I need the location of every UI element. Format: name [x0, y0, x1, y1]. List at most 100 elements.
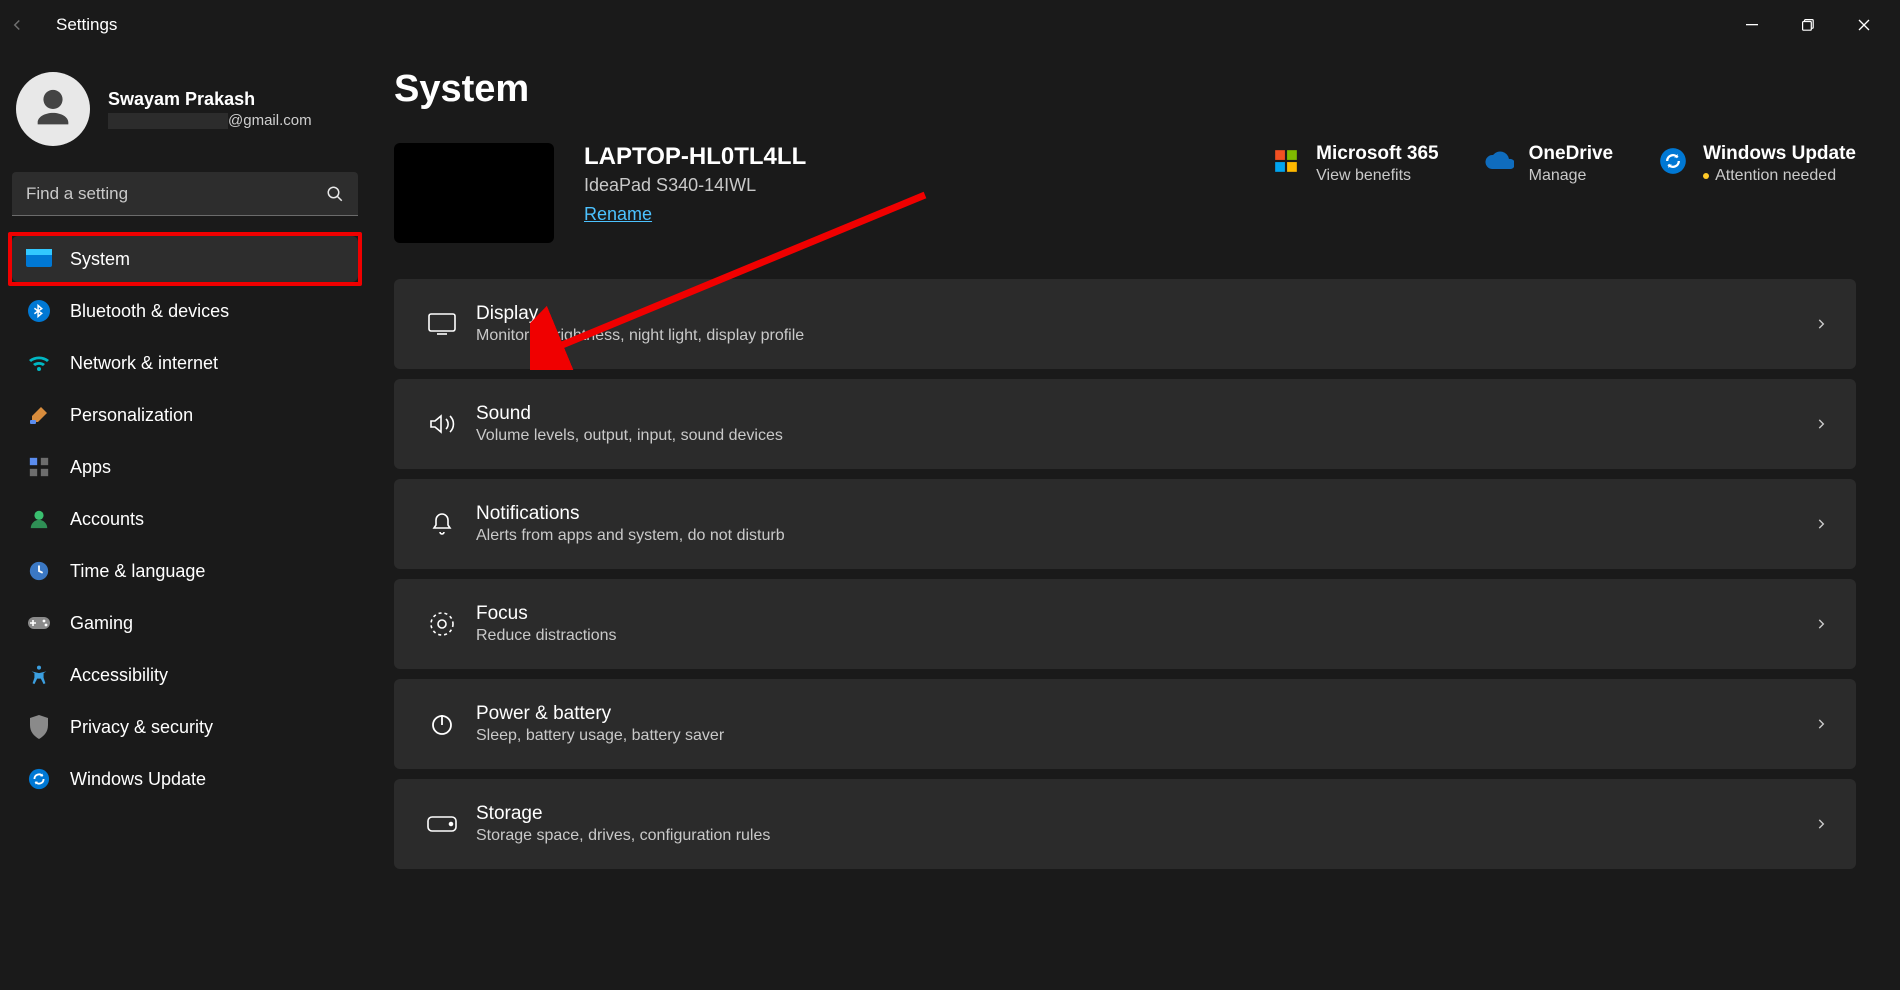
device-header: LAPTOP-HL0TL4LL IdeaPad S340-14IWL Renam…: [394, 143, 1856, 243]
back-button: [8, 16, 52, 34]
sidebar-item-apps[interactable]: Apps: [12, 444, 358, 490]
card-title: Sound: [476, 403, 1814, 425]
sidebar-item-label: Personalization: [70, 405, 193, 426]
m365-icon: [1270, 145, 1302, 177]
card-title: Storage: [476, 803, 1814, 825]
display-icon: [418, 313, 466, 335]
sidebar-item-time[interactable]: Time & language: [12, 548, 358, 594]
sidebar-item-label: Accounts: [70, 509, 144, 530]
sidebar-item-label: Gaming: [70, 613, 133, 634]
card-sub: Volume levels, output, input, sound devi…: [476, 427, 1814, 445]
card-power[interactable]: Power & battery Sleep, battery usage, ba…: [394, 679, 1856, 769]
card-sub: Storage space, drives, configuration rul…: [476, 827, 1814, 845]
quick-link-windows-update[interactable]: Windows Update Attention needed: [1657, 143, 1856, 185]
settings-list: Display Monitors, brightness, night ligh…: [394, 279, 1856, 869]
accounts-icon: [26, 506, 52, 532]
rename-link[interactable]: Rename: [584, 204, 652, 225]
card-sub: Sleep, battery usage, battery saver: [476, 727, 1814, 745]
card-title: Power & battery: [476, 703, 1814, 725]
close-button[interactable]: [1836, 5, 1892, 45]
sidebar-item-bluetooth[interactable]: Bluetooth & devices: [12, 288, 358, 334]
card-notifications[interactable]: Notifications Alerts from apps and syste…: [394, 479, 1856, 569]
title-bar: Settings: [0, 0, 1900, 50]
windows-update-icon: [1657, 145, 1689, 177]
sidebar-item-label: Network & internet: [70, 353, 218, 374]
bell-icon: [418, 511, 466, 537]
sidebar-item-label: Bluetooth & devices: [70, 301, 229, 322]
device-thumbnail: [394, 143, 554, 243]
system-icon: [26, 246, 52, 272]
profile-block[interactable]: Swayam Prakash @gmail.com: [12, 66, 358, 168]
quick-link-sub: Attention needed: [1703, 167, 1856, 185]
sidebar-item-accounts[interactable]: Accounts: [12, 496, 358, 542]
sidebar-item-gaming[interactable]: Gaming: [12, 600, 358, 646]
quick-link-onedrive[interactable]: OneDrive Manage: [1483, 143, 1613, 185]
card-sub: Monitors, brightness, night light, displ…: [476, 327, 1814, 345]
window-title: Settings: [52, 15, 117, 35]
card-storage[interactable]: Storage Storage space, drives, configura…: [394, 779, 1856, 869]
chevron-right-icon: [1814, 617, 1828, 631]
shield-icon: [26, 714, 52, 740]
sidebar-item-label: Apps: [70, 457, 111, 478]
card-title: Notifications: [476, 503, 1814, 525]
avatar: [16, 72, 90, 146]
quick-link-sub: Manage: [1529, 167, 1613, 185]
accessibility-icon: [26, 662, 52, 688]
sidebar-item-label: Privacy & security: [70, 717, 213, 738]
bluetooth-icon: [26, 298, 52, 324]
content-area: System LAPTOP-HL0TL4LL IdeaPad S340-14IW…: [370, 50, 1900, 990]
sidebar-item-personalization[interactable]: Personalization: [12, 392, 358, 438]
chevron-right-icon: [1814, 517, 1828, 531]
clock-icon: [26, 558, 52, 584]
chevron-right-icon: [1814, 717, 1828, 731]
card-focus[interactable]: Focus Reduce distractions: [394, 579, 1856, 669]
card-sub: Alerts from apps and system, do not dist…: [476, 527, 1814, 545]
gamepad-icon: [26, 610, 52, 636]
card-title: Focus: [476, 603, 1814, 625]
power-icon: [418, 711, 466, 737]
card-sound[interactable]: Sound Volume levels, output, input, soun…: [394, 379, 1856, 469]
apps-icon: [26, 454, 52, 480]
sidebar-nav: System Bluetooth & devices Network & int…: [12, 236, 358, 802]
sidebar-item-privacy[interactable]: Privacy & security: [12, 704, 358, 750]
sidebar-item-windows-update[interactable]: Windows Update: [12, 756, 358, 802]
onedrive-icon: [1483, 145, 1515, 177]
page-title: System: [394, 68, 1856, 111]
update-icon: [26, 766, 52, 792]
card-sub: Reduce distractions: [476, 627, 1814, 645]
maximize-button[interactable]: [1780, 5, 1836, 45]
profile-email: @gmail.com: [108, 112, 312, 129]
sidebar: Swayam Prakash @gmail.com System: [0, 50, 370, 990]
quick-link-title: Microsoft 365: [1316, 143, 1438, 165]
sound-icon: [418, 412, 466, 436]
annotation-rectangle: [8, 232, 362, 286]
chevron-right-icon: [1814, 417, 1828, 431]
device-model: IdeaPad S340-14IWL: [584, 175, 806, 196]
card-title: Display: [476, 303, 1814, 325]
sidebar-item-label: Time & language: [70, 561, 205, 582]
search-icon: [326, 185, 344, 203]
device-name: LAPTOP-HL0TL4LL: [584, 143, 806, 171]
chevron-right-icon: [1814, 817, 1828, 831]
brush-icon: [26, 402, 52, 428]
search-input-wrap[interactable]: [12, 172, 358, 216]
search-input[interactable]: [26, 184, 314, 204]
sidebar-item-accessibility[interactable]: Accessibility: [12, 652, 358, 698]
sidebar-item-label: System: [70, 249, 130, 270]
profile-name: Swayam Prakash: [108, 89, 312, 110]
wifi-icon: [26, 350, 52, 376]
sidebar-item-label: Accessibility: [70, 665, 168, 686]
quick-link-title: Windows Update: [1703, 143, 1856, 165]
quick-link-m365[interactable]: Microsoft 365 View benefits: [1270, 143, 1438, 185]
sidebar-item-network[interactable]: Network & internet: [12, 340, 358, 386]
quick-links: Microsoft 365 View benefits OneDrive Man…: [1270, 143, 1856, 185]
focus-icon: [418, 611, 466, 637]
quick-link-sub: View benefits: [1316, 167, 1438, 185]
minimize-button[interactable]: [1724, 5, 1780, 45]
chevron-right-icon: [1814, 317, 1828, 331]
quick-link-title: OneDrive: [1529, 143, 1613, 165]
card-display[interactable]: Display Monitors, brightness, night ligh…: [394, 279, 1856, 369]
storage-icon: [418, 816, 466, 832]
sidebar-item-label: Windows Update: [70, 769, 206, 790]
sidebar-item-system[interactable]: System: [12, 236, 358, 282]
